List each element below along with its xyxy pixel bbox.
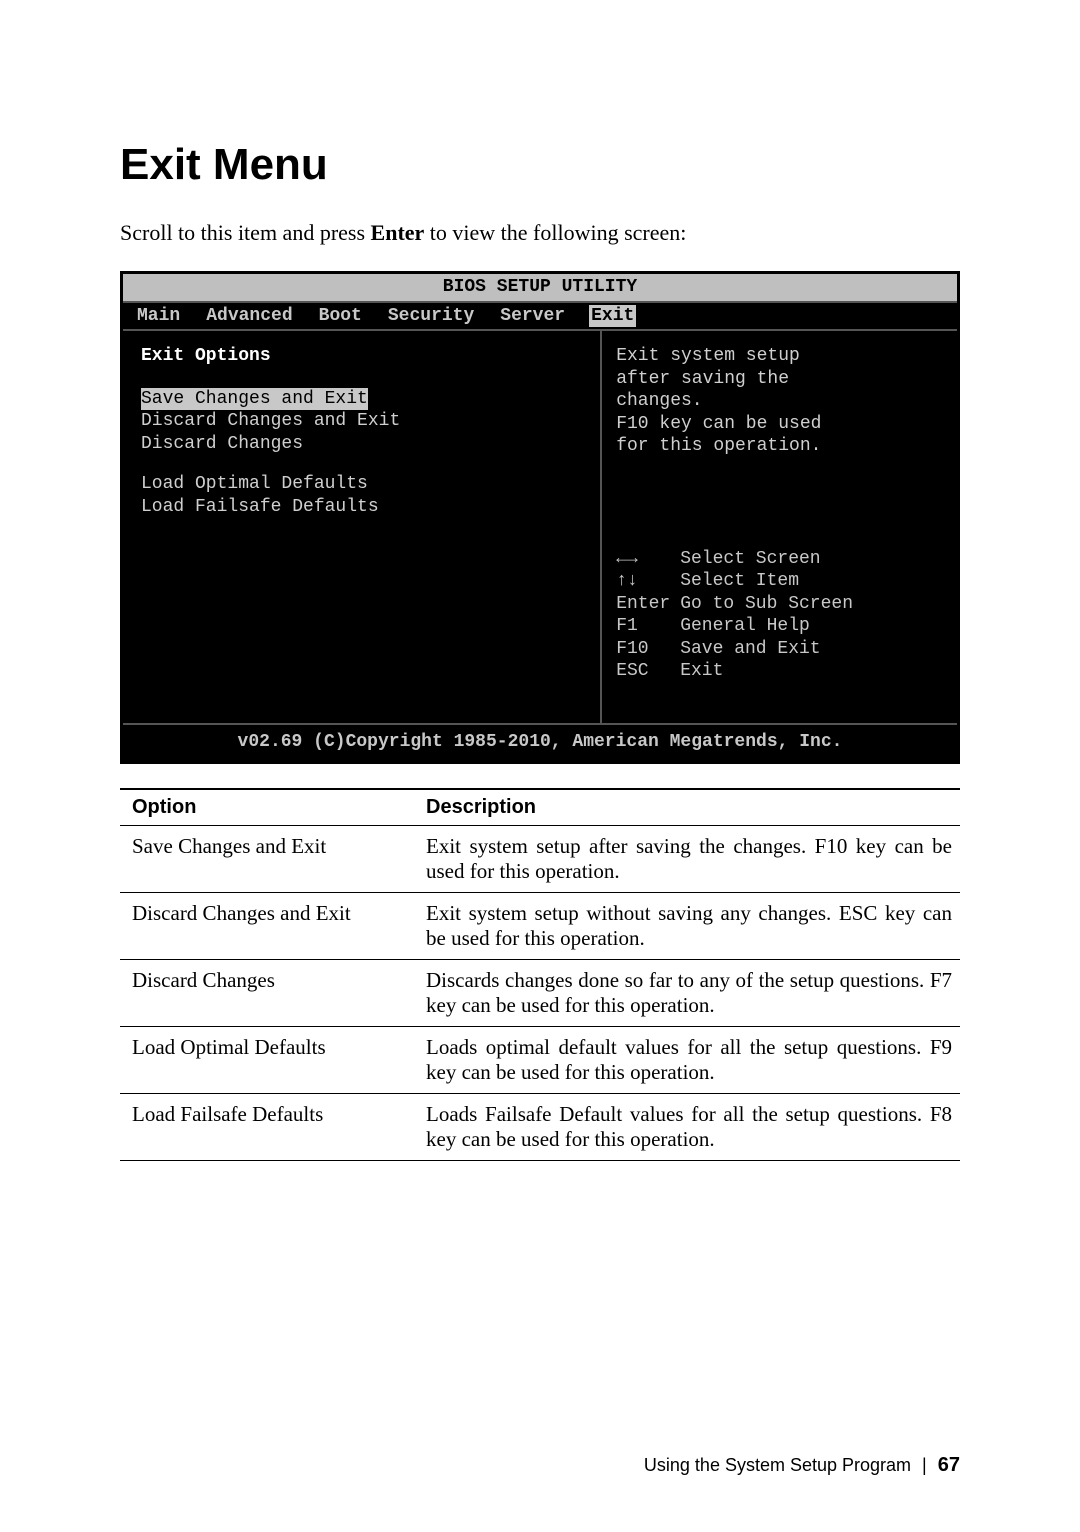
bios-key: Enter [616, 593, 680, 616]
bios-option-load-optimal: Load Optimal Defaults [141, 473, 582, 496]
table-cell-option: Discard Changes [120, 960, 414, 1027]
instruction-text: Scroll to this item and press Enter to v… [120, 220, 960, 246]
bios-key-row: F1General Help [616, 615, 943, 638]
bios-footer: v02.69 (C)Copyright 1985-2010, American … [123, 723, 957, 762]
description-table: Option Description Save Changes and Exit… [120, 788, 960, 1161]
instruction-pre: Scroll to this item and press [120, 220, 371, 245]
bios-key: ESC [616, 660, 680, 683]
bios-key-row: F10Save and Exit [616, 638, 943, 661]
bios-key-row: ←→Select Screen [616, 548, 943, 571]
page-footer: Using the System Setup Program | 67 [644, 1454, 960, 1477]
table-row: Load Failsafe Defaults Loads Failsafe De… [120, 1094, 960, 1161]
bios-key: ↑↓ [616, 570, 680, 593]
bios-key-action: General Help [680, 615, 810, 638]
bios-help-line: Exit system setup [616, 345, 943, 368]
bios-right-pane: Exit system setup after saving the chang… [602, 331, 957, 723]
bios-key-row: EnterGo to Sub Screen [616, 593, 943, 616]
footer-text: Using the System Setup Program [644, 1455, 911, 1475]
table-cell-option: Load Failsafe Defaults [120, 1094, 414, 1161]
bios-tab-advanced: Advanced [204, 305, 294, 328]
bios-option-load-failsafe: Load Failsafe Defaults [141, 496, 582, 519]
bios-screenshot: BIOS SETUP UTILITY Main Advanced Boot Se… [120, 271, 960, 764]
bios-body: Exit Options Save Changes and Exit Disca… [123, 331, 957, 723]
bios-tab-server: Server [498, 305, 567, 328]
bios-tab-main: Main [135, 305, 182, 328]
table-cell-desc: Loads Failsafe Default values for all th… [414, 1094, 960, 1161]
bios-key-row: ESCExit [616, 660, 943, 683]
bios-key: F1 [616, 615, 680, 638]
table-cell-option: Load Optimal Defaults [120, 1027, 414, 1094]
footer-sep: | [922, 1455, 927, 1475]
table-row: Discard Changes and Exit Exit system set… [120, 893, 960, 960]
bios-key-action: Go to Sub Screen [680, 593, 853, 616]
table-header-description: Description [414, 789, 960, 826]
bios-option-discard: Discard Changes [141, 433, 582, 456]
table-cell-desc: Exit system setup after saving the chang… [414, 826, 960, 893]
bios-tab-security: Security [386, 305, 476, 328]
bios-left-pane: Exit Options Save Changes and Exit Disca… [123, 331, 602, 723]
bios-help-text: Exit system setup after saving the chang… [616, 345, 943, 458]
bios-help-line: F10 key can be used [616, 413, 943, 436]
instruction-post: to view the following screen: [424, 220, 686, 245]
table-cell-option: Discard Changes and Exit [120, 893, 414, 960]
instruction-bold: Enter [371, 220, 425, 245]
table-row: Save Changes and Exit Exit system setup … [120, 826, 960, 893]
bios-key-action: Select Item [680, 570, 799, 593]
bios-title: BIOS SETUP UTILITY [123, 274, 957, 303]
bios-key-action: Select Screen [680, 548, 820, 571]
bios-option-discard-exit: Discard Changes and Exit [141, 410, 582, 433]
table-cell-option: Save Changes and Exit [120, 826, 414, 893]
bios-help-line: after saving the [616, 368, 943, 391]
bios-help-line: for this operation. [616, 435, 943, 458]
bios-left-heading: Exit Options [141, 345, 582, 368]
page-title: Exit Menu [120, 140, 960, 190]
table-header-option: Option [120, 789, 414, 826]
bios-option-save-exit: Save Changes and Exit [141, 388, 368, 411]
bios-key-action: Exit [680, 660, 723, 683]
footer-page-number: 67 [938, 1454, 960, 1476]
bios-key: ←→ [616, 548, 680, 571]
table-cell-desc: Loads optimal default values for all the… [414, 1027, 960, 1094]
bios-key-row: ↑↓Select Item [616, 570, 943, 593]
table-cell-desc: Discards changes done so far to any of t… [414, 960, 960, 1027]
bios-key-action: Save and Exit [680, 638, 820, 661]
bios-tab-bar: Main Advanced Boot Security Server Exit [123, 303, 957, 332]
bios-help-line: changes. [616, 390, 943, 413]
bios-key: F10 [616, 638, 680, 661]
bios-key-help: ←→Select Screen ↑↓Select Item EnterGo to… [616, 548, 943, 703]
bios-tab-boot: Boot [317, 305, 364, 328]
table-cell-desc: Exit system setup without saving any cha… [414, 893, 960, 960]
table-row: Load Optimal Defaults Loads optimal defa… [120, 1027, 960, 1094]
table-row: Discard Changes Discards changes done so… [120, 960, 960, 1027]
bios-tab-exit: Exit [589, 305, 636, 328]
